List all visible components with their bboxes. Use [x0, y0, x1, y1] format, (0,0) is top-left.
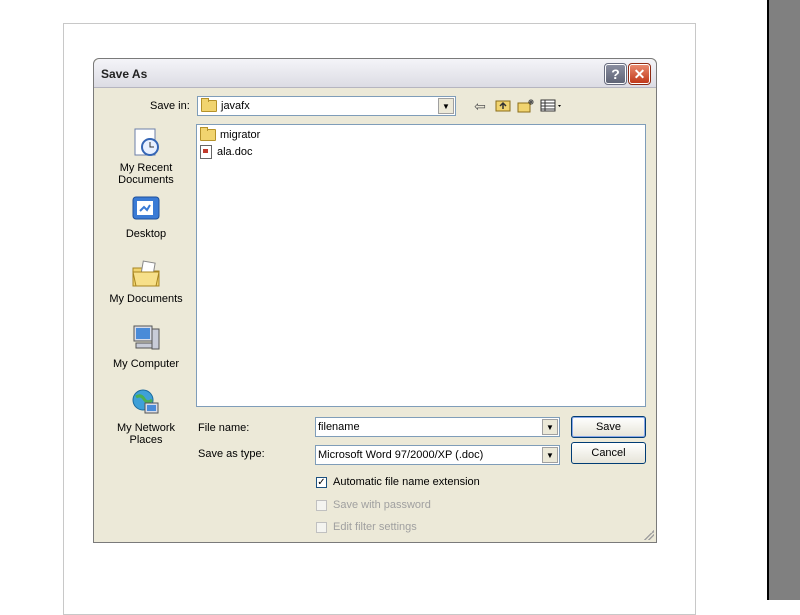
place-my-computer[interactable]: My Computer: [104, 323, 188, 370]
help-button[interactable]: ?: [604, 63, 627, 85]
place-my-recent-documents[interactable]: My Recent Documents: [104, 127, 188, 186]
chevron-down-icon[interactable]: ▼: [542, 447, 558, 463]
file-name-label: File name:: [198, 422, 250, 434]
save-with-password-checkbox: [316, 500, 327, 511]
save-in-label: Save in:: [150, 100, 190, 112]
up-one-level-icon[interactable]: [494, 98, 512, 114]
my-computer-icon: [130, 323, 162, 355]
auto-extension-label: Automatic file name extension: [333, 476, 480, 488]
list-item[interactable]: migrator: [200, 127, 261, 142]
place-my-network-places[interactable]: My Network Places: [104, 387, 188, 446]
views-menu-icon[interactable]: [540, 98, 564, 114]
dialog-title: Save As: [101, 67, 148, 81]
save-as-type-select[interactable]: Microsoft Word 97/2000/XP (.doc) ▼: [315, 445, 560, 465]
save-button[interactable]: Save: [571, 416, 646, 438]
edit-filter-settings-checkbox: [316, 522, 327, 533]
place-label: My Computer: [112, 358, 180, 370]
back-arrow-icon[interactable]: ⇦: [472, 98, 488, 114]
save-as-dialog: Save As ? ✕ Save in: javafx ▼ ⇦ My Recen…: [93, 58, 657, 543]
edit-filter-settings-label: Edit filter settings: [333, 521, 417, 533]
folder-icon: [200, 127, 216, 142]
my-documents-icon: [130, 258, 162, 290]
chevron-down-icon[interactable]: ▼: [438, 98, 454, 114]
place-label: My Documents: [109, 293, 183, 305]
desktop-icon: [130, 193, 162, 225]
close-button[interactable]: ✕: [628, 63, 651, 85]
save-in-combo[interactable]: javafx ▼: [197, 96, 456, 116]
cancel-button[interactable]: Cancel: [571, 442, 646, 464]
auto-extension-checkbox[interactable]: ✓: [316, 477, 327, 488]
folder-icon: [201, 98, 217, 113]
save-as-type-label: Save as type:: [198, 448, 265, 460]
new-folder-icon[interactable]: [517, 98, 535, 114]
place-desktop[interactable]: Desktop: [104, 193, 188, 240]
file-list[interactable]: migrator ala.doc: [196, 124, 646, 407]
chevron-down-icon[interactable]: ▼: [542, 419, 558, 435]
file-name: migrator: [220, 129, 261, 141]
save-as-type-value: Microsoft Word 97/2000/XP (.doc): [318, 449, 484, 461]
file-name: ala.doc: [217, 145, 253, 158]
place-label: My Network: [116, 422, 176, 434]
place-label: Desktop: [125, 228, 167, 240]
save-in-value: javafx: [221, 100, 250, 112]
word-document-icon: [200, 145, 212, 159]
resize-grip[interactable]: [644, 530, 654, 540]
file-name-field[interactable]: filename ▼: [315, 417, 560, 437]
place-label: Documents: [118, 174, 174, 186]
recent-documents-icon: [130, 127, 162, 159]
save-with-password-label: Save with password: [333, 499, 431, 511]
list-item[interactable]: ala.doc: [200, 145, 252, 159]
file-name-value: filename: [318, 421, 360, 433]
place-my-documents[interactable]: My Documents: [104, 258, 188, 305]
right-side-panel: [767, 0, 800, 600]
network-places-icon: [130, 387, 162, 419]
place-label: Places: [129, 434, 163, 446]
dialog-titlebar[interactable]: Save As ? ✕: [94, 59, 656, 88]
place-label: My Recent: [119, 162, 173, 174]
